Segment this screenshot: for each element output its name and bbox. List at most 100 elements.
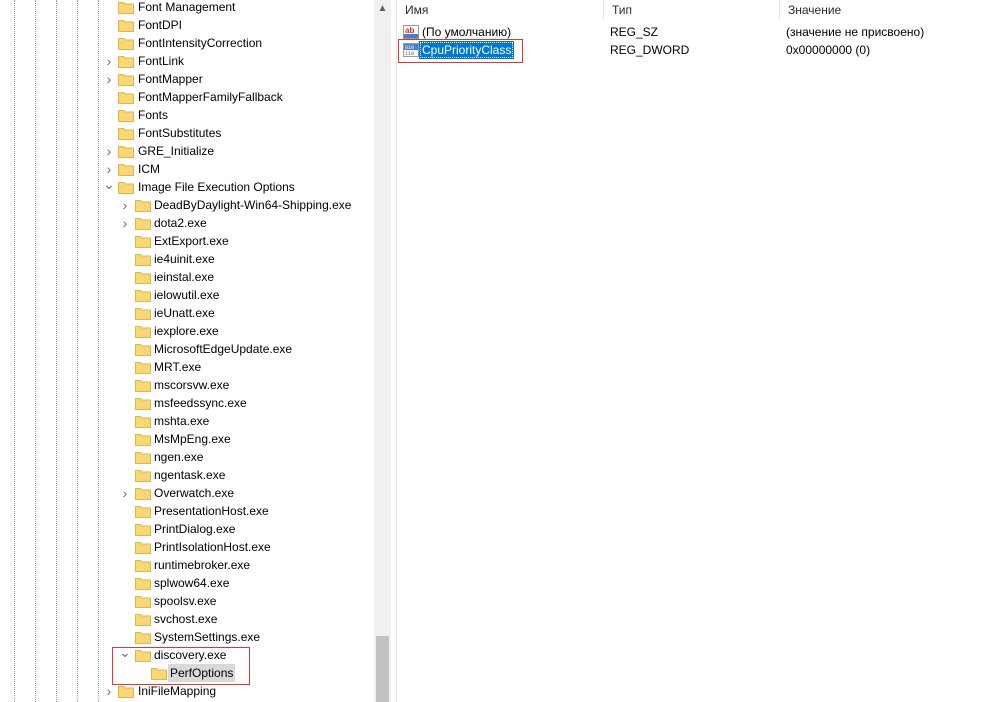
folder-icon [135, 198, 151, 212]
tree-item-label: FontSubstitutes [138, 126, 222, 140]
tree-item[interactable]: › GRE_Initialize [0, 142, 374, 160]
tree-item[interactable]: SystemSettings.exe [0, 628, 374, 646]
chevron-right-icon[interactable]: › [103, 70, 115, 88]
tree-item[interactable]: Fonts [0, 106, 374, 124]
tree-item[interactable]: MRT.exe [0, 358, 374, 376]
tree-item[interactable]: › FontMapper [0, 70, 374, 88]
folder-icon [135, 576, 151, 590]
folder-icon [118, 180, 134, 194]
tree-item[interactable]: msfeedssync.exe [0, 394, 374, 412]
tree-item-label: PrintDialog.exe [154, 522, 236, 536]
scrollbar-thumb[interactable] [376, 636, 389, 702]
tree-item[interactable]: mshta.exe [0, 412, 374, 430]
tree-item[interactable]: ExtExport.exe [0, 232, 374, 250]
tree-item[interactable]: PresentationHost.exe [0, 502, 374, 520]
folder-icon [135, 432, 151, 446]
column-header-data[interactable]: Значение [779, 0, 992, 20]
value-type: REG_DWORD [610, 43, 690, 57]
folder-icon [118, 72, 134, 86]
tree-item[interactable]: FontSubstitutes [0, 124, 374, 142]
tree-item[interactable]: › ICM [0, 160, 374, 178]
folder-icon [135, 540, 151, 554]
tree-item-label: ngentask.exe [154, 468, 226, 482]
string-value-icon: ab [403, 25, 419, 39]
folder-icon [135, 558, 151, 572]
registry-tree[interactable]: Font Management FontDPI FontIntensityCorre… [0, 0, 374, 702]
tree-item[interactable]: ieinstal.exe [0, 268, 374, 286]
tree-item-label: mscorsvw.exe [154, 378, 230, 392]
highlight-box-value [398, 39, 523, 63]
scroll-up-icon[interactable]: ▲ [374, 0, 391, 17]
folder-icon [118, 0, 134, 14]
tree-item-label: PrintIsolationHost.exe [154, 540, 271, 554]
tree-item[interactable]: spoolsv.exe [0, 592, 374, 610]
chevron-right-icon[interactable]: › [119, 484, 131, 502]
value-data: (значение не присвоено) [786, 25, 925, 39]
tree-item[interactable]: › DeadByDaylight-Win64-Shipping.exe [0, 196, 374, 214]
tree-item[interactable]: iexplore.exe [0, 322, 374, 340]
tree-item[interactable]: ngen.exe [0, 448, 374, 466]
tree-item[interactable]: svchost.exe [0, 610, 374, 628]
chevron-right-icon[interactable]: › [103, 142, 115, 160]
tree-item[interactable]: splwow64.exe [0, 574, 374, 592]
tree-item[interactable]: › dota2.exe [0, 214, 374, 232]
chevron-right-icon[interactable]: › [119, 214, 131, 232]
tree-item-label: mshta.exe [154, 414, 210, 428]
folder-icon [118, 108, 134, 122]
tree-item-label: Overwatch.exe [154, 486, 235, 500]
folder-icon [135, 414, 151, 428]
tree-item-label: ielowutil.exe [154, 288, 220, 302]
chevron-right-icon[interactable]: › [119, 196, 131, 214]
tree-item[interactable]: ie4uinit.exe [0, 250, 374, 268]
values-list[interactable]: Имя Тип Значение ab (По умолчанию) REG_S… [397, 0, 992, 702]
tree-item[interactable]: Font Management [0, 0, 374, 16]
tree-item[interactable]: MicrosoftEdgeUpdate.exe [0, 340, 374, 358]
tree-item[interactable]: runtimebroker.exe [0, 556, 374, 574]
tree-item[interactable]: ieUnatt.exe [0, 304, 374, 322]
tree-item-label: DeadByDaylight-Win64-Shipping.exe [154, 198, 352, 212]
tree-item[interactable]: FontIntensityCorrection [0, 34, 374, 52]
tree-item-label: SystemSettings.exe [154, 630, 261, 644]
folder-icon [135, 234, 151, 248]
tree-item[interactable]: FontDPI [0, 16, 374, 34]
tree-item-label: ExtExport.exe [154, 234, 229, 248]
folder-icon [135, 486, 151, 500]
folder-icon [135, 288, 151, 302]
tree-item[interactable]: ielowutil.exe [0, 286, 374, 304]
tree-item[interactable]: PrintDialog.exe [0, 520, 374, 538]
tree-item-label: ngen.exe [154, 450, 204, 464]
tree-item-label: svchost.exe [154, 612, 218, 626]
chevron-right-icon[interactable]: › [103, 52, 115, 70]
folder-icon [118, 144, 134, 158]
tree-item-label: ie4uinit.exe [154, 252, 215, 266]
tree-item[interactable]: PrintIsolationHost.exe [0, 538, 374, 556]
tree-item[interactable]: › FontLink [0, 52, 374, 70]
tree-item[interactable]: MsMpEng.exe [0, 430, 374, 448]
svg-text:ab: ab [405, 26, 414, 35]
tree-scrollbar[interactable]: ▲ [374, 0, 391, 702]
folder-icon [118, 54, 134, 68]
chevron-down-icon[interactable]: ⌄ [103, 177, 115, 196]
folder-icon [135, 252, 151, 266]
tree-item-label: dota2.exe [154, 216, 207, 230]
tree-item[interactable]: › Overwatch.exe [0, 484, 374, 502]
tree-item[interactable]: mscorsvw.exe [0, 376, 374, 394]
column-header-type[interactable]: Тип [603, 0, 779, 20]
tree-item-label: ieinstal.exe [154, 270, 215, 284]
folder-icon [118, 90, 134, 104]
folder-icon [135, 342, 151, 356]
tree-item-label: msfeedssync.exe [154, 396, 247, 410]
folder-icon [118, 162, 134, 176]
tree-item[interactable]: ⌄ Image File Execution Options [0, 177, 374, 196]
folder-icon [118, 18, 134, 32]
folder-icon [118, 36, 134, 50]
tree-item[interactable]: FontMapperFamilyFallback [0, 88, 374, 106]
value-data: 0x00000000 (0) [786, 43, 871, 57]
tree-item-label: splwow64.exe [154, 576, 230, 590]
column-header-name[interactable]: Имя [397, 0, 603, 20]
tree-item[interactable]: ngentask.exe [0, 466, 374, 484]
folder-icon [135, 378, 151, 392]
folder-icon [135, 594, 151, 608]
tree-item-label: GRE_Initialize [138, 144, 215, 158]
tree-item-label: FontMapperFamilyFallback [138, 90, 283, 104]
